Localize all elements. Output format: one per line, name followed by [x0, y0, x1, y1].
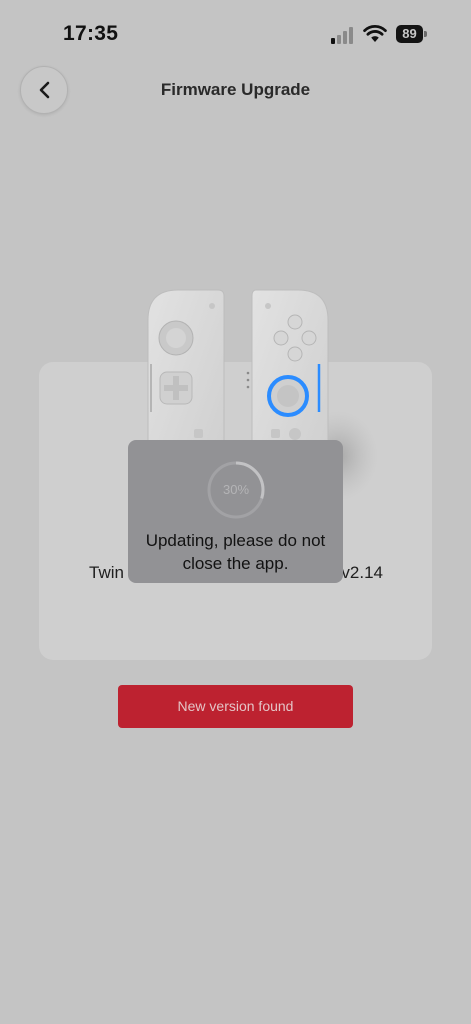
progress-percent: 30%: [222, 482, 250, 497]
battery-tip: [424, 31, 427, 37]
wifi-icon: [363, 25, 387, 42]
status-time: 17:35: [63, 22, 119, 45]
page-title: Firmware Upgrade: [160, 80, 311, 99]
progress-message: Updating, please do not close the app.: [145, 531, 326, 573]
battery-level: 89: [396, 25, 423, 43]
firmware-version: v2.14: [341, 563, 383, 582]
device-name: Twin: [89, 563, 124, 582]
new-version-button[interactable]: New version found: [118, 685, 353, 728]
progress-dialog: 30% Updating, please do not close the ap…: [128, 440, 343, 583]
signal-icon: [331, 27, 353, 44]
status-bar: 17:35 89: [0, 0, 471, 60]
battery-icon: 89: [396, 25, 427, 43]
